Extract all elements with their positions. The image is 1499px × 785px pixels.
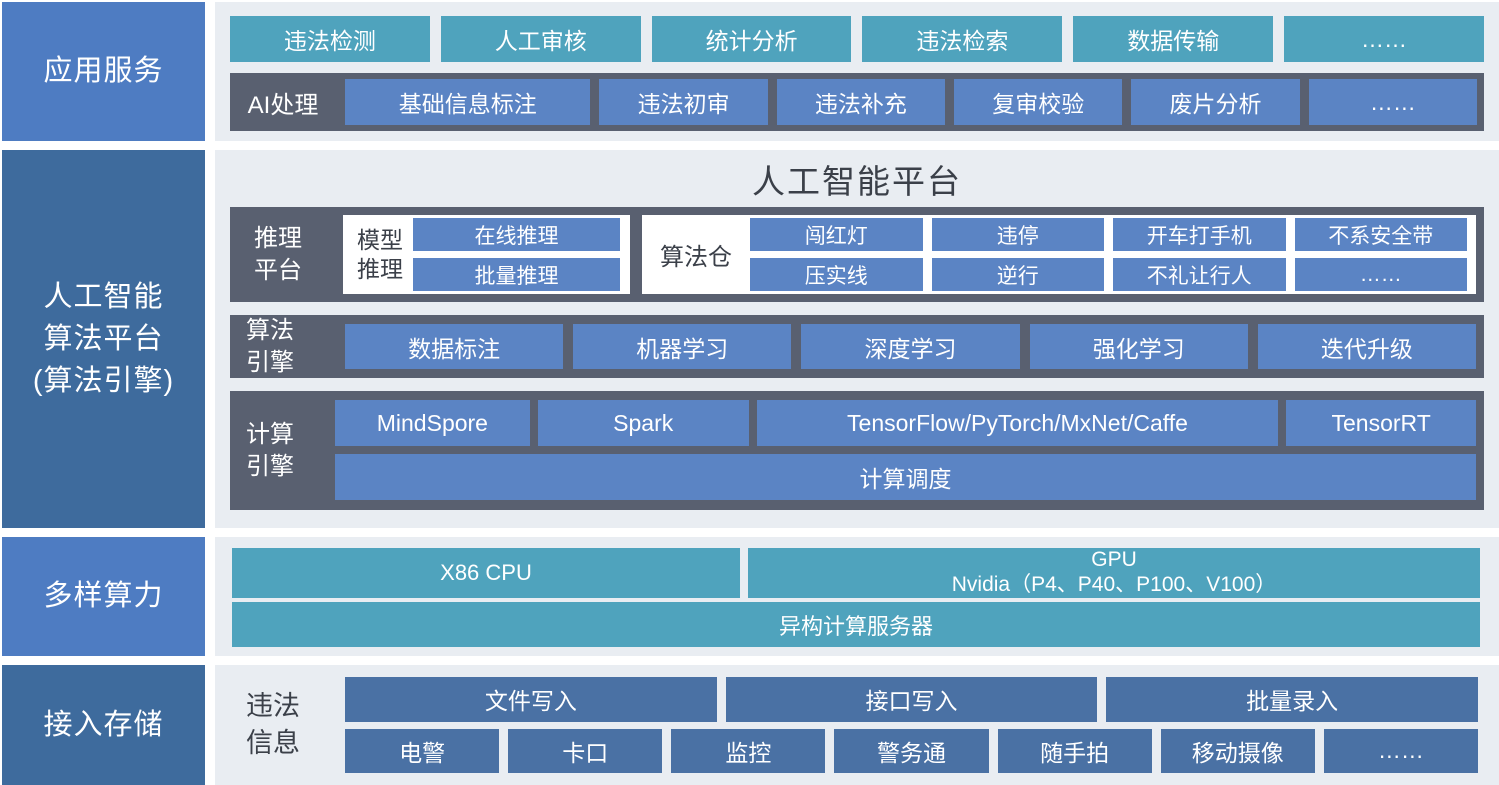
gpu-line: GPU [1091, 548, 1137, 573]
ai-step-block: 废片分析 [1131, 79, 1299, 125]
gpu-line: Nvidia（P4、P40、P100、V100） [952, 573, 1277, 598]
band-compute-power: 多样算力 X86 CPU GPU Nvidia（P4、P40、P100、V100… [0, 537, 1499, 656]
source-block: 监控 [671, 729, 825, 773]
app-services-panel: 违法检测 人工审核 统计分析 违法检索 数据传输 …… AI处理 基础信息标注 … [215, 2, 1499, 141]
platform-title: 人工智能平台 [230, 150, 1484, 207]
sidebar-storage-label: 接入存储 [43, 704, 163, 746]
inference-label-line: 平台 [254, 255, 343, 286]
source-block: 电警 [345, 729, 499, 773]
algo-engine-block: 数据标注 [345, 324, 563, 369]
service-block: 违法检测 [230, 16, 430, 62]
services-row: 违法检测 人工审核 统计分析 违法检索 数据传输 …… [230, 16, 1484, 62]
algo-store-block: 压实线 [750, 258, 923, 291]
ai-step-block: 违法补充 [777, 79, 945, 125]
algo-engine-box: 算法 引擎 数据标注 机器学习 深度学习 强化学习 迭代升级 [230, 315, 1484, 378]
framework-block: Spark [538, 400, 749, 446]
algo-engine-block: 迭代升级 [1258, 324, 1476, 369]
sidebar-compute-power-label: 多样算力 [43, 575, 163, 617]
sidebar-app-services: 应用服务 [2, 2, 205, 141]
ai-architecture-diagram: 应用服务 违法检测 人工审核 统计分析 违法检索 数据传输 …… AI处理 基础… [0, 0, 1499, 785]
sidebar-compute-power: 多样算力 [2, 537, 205, 656]
storage-panel: 违法 信息 文件写入 接口写入 批量录入 电警 卡口 监控 警务通 随手拍 移动… [215, 665, 1499, 785]
violation-info-label: 违法 信息 [215, 688, 345, 761]
ai-step-block: 复审校验 [954, 79, 1122, 125]
source-block: 卡口 [508, 729, 662, 773]
source-block: 移动摄像 [1161, 729, 1315, 773]
compute-frameworks-row: MindSpore Spark TensorFlow/PyTorch/MxNet… [335, 400, 1476, 446]
sidebar-ai-platform-line: (算法引擎) [33, 360, 174, 402]
service-block: 数据传输 [1073, 16, 1273, 62]
sidebar-ai-platform: 人工智能 算法平台 (算法引擎) [2, 150, 205, 528]
compute-engine-label: 计算 引擎 [230, 400, 335, 501]
ai-step-block-ellipsis: …… [1309, 79, 1477, 125]
algo-engine-block: 机器学习 [573, 324, 791, 369]
service-block: 人工审核 [441, 16, 641, 62]
compute-engine-box: 计算 引擎 MindSpore Spark TensorFlow/PyTorch… [230, 391, 1484, 510]
model-inference-label: 模型 推理 [357, 226, 403, 284]
source-block: 随手拍 [998, 729, 1152, 773]
compute-power-panel: X86 CPU GPU Nvidia（P4、P40、P100、V100） 异构计… [215, 537, 1499, 656]
algo-engine-label-line: 算法 [246, 315, 335, 346]
service-block: 统计分析 [652, 16, 852, 62]
ai-platform-panel: 人工智能平台 推理 平台 模型 推理 在线推理 批量推理 [215, 150, 1499, 528]
write-method-block: 接口写入 [726, 677, 1098, 722]
band-ai-platform: 人工智能 算法平台 (算法引擎) 人工智能平台 推理 平台 模型 推理 在线推理 [0, 150, 1499, 528]
violation-info-line: 违法 [246, 688, 345, 724]
framework-block: TensorFlow/PyTorch/MxNet/Caffe [757, 400, 1279, 446]
compute-engine-label-line: 计算 [246, 419, 335, 450]
algo-store-label: 算法仓 [642, 237, 750, 272]
algo-store-block: 闯红灯 [750, 218, 923, 251]
compute-engine-label-line: 引擎 [246, 451, 335, 482]
inference-platform-label: 推理 平台 [238, 215, 343, 294]
compute-scheduler-bar: 计算调度 [335, 454, 1476, 500]
source-block-ellipsis: …… [1324, 729, 1478, 773]
algo-store-group: 算法仓 闯红灯 违停 开车打手机 不系安全带 压实线 逆行 不礼让行人 …… [642, 215, 1476, 294]
inference-label-line: 推理 [254, 223, 343, 254]
algo-store-block: 不礼让行人 [1113, 258, 1286, 291]
algo-store-block: 违停 [932, 218, 1105, 251]
sidebar-storage: 接入存储 [2, 665, 205, 785]
algo-engine-label: 算法 引擎 [230, 315, 335, 377]
write-methods-row: 文件写入 接口写入 批量录入 [345, 677, 1478, 722]
gpu-block: GPU Nvidia（P4、P40、P100、V100） [748, 548, 1480, 598]
service-block-ellipsis: …… [1284, 16, 1484, 62]
write-method-block: 批量录入 [1106, 677, 1478, 722]
model-label-line: 模型 [357, 226, 403, 255]
sidebar-ai-platform-line: 算法平台 [43, 318, 163, 360]
ai-process-row: AI处理 基础信息标注 违法初审 违法补充 复审校验 废片分析 …… [230, 73, 1484, 131]
ai-step-block: 基础信息标注 [345, 79, 590, 125]
band-app-services: 应用服务 违法检测 人工审核 统计分析 违法检索 数据传输 …… AI处理 基础… [0, 2, 1499, 141]
service-block: 违法检索 [862, 16, 1062, 62]
compute-engine-items: MindSpore Spark TensorFlow/PyTorch/MxNet… [335, 400, 1476, 501]
ai-process-label: AI处理 [230, 85, 336, 120]
storage-rows: 文件写入 接口写入 批量录入 电警 卡口 监控 警务通 随手拍 移动摄像 …… [345, 677, 1478, 773]
violation-info-line: 信息 [246, 725, 345, 761]
algo-store-block: 逆行 [932, 258, 1105, 291]
algo-engine-block: 深度学习 [801, 324, 1019, 369]
framework-block: TensorRT [1286, 400, 1476, 446]
framework-block: MindSpore [335, 400, 530, 446]
ai-step-block: 违法初审 [599, 79, 767, 125]
source-block: 警务通 [834, 729, 988, 773]
algo-store-grid: 闯红灯 违停 开车打手机 不系安全带 压实线 逆行 不礼让行人 …… [750, 218, 1467, 291]
processors-row: X86 CPU GPU Nvidia（P4、P40、P100、V100） [232, 548, 1480, 598]
model-inference-items: 在线推理 批量推理 [413, 218, 620, 291]
inference-platform-box: 推理 平台 模型 推理 在线推理 批量推理 算法仓 闯红灯 [230, 207, 1484, 302]
band-storage: 接入存储 违法 信息 文件写入 接口写入 批量录入 电警 卡口 监控 警务通 随… [0, 665, 1499, 785]
algo-store-block: 开车打手机 [1113, 218, 1286, 251]
sidebar-app-services-label: 应用服务 [43, 50, 163, 92]
write-method-block: 文件写入 [345, 677, 717, 722]
model-inference-group: 模型 推理 在线推理 批量推理 [343, 215, 630, 294]
model-inference-block: 在线推理 [413, 218, 620, 251]
model-label-line: 推理 [357, 255, 403, 284]
algo-store-block-ellipsis: …… [1295, 258, 1468, 291]
algo-engine-label-line: 引擎 [246, 347, 335, 378]
model-inference-block: 批量推理 [413, 258, 620, 291]
algo-store-block: 不系安全带 [1295, 218, 1468, 251]
hetero-server-bar: 异构计算服务器 [232, 602, 1480, 647]
cpu-block: X86 CPU [232, 548, 740, 598]
algo-engine-block: 强化学习 [1030, 324, 1248, 369]
sources-row: 电警 卡口 监控 警务通 随手拍 移动摄像 …… [345, 729, 1478, 773]
sidebar-ai-platform-line: 人工智能 [43, 276, 163, 318]
